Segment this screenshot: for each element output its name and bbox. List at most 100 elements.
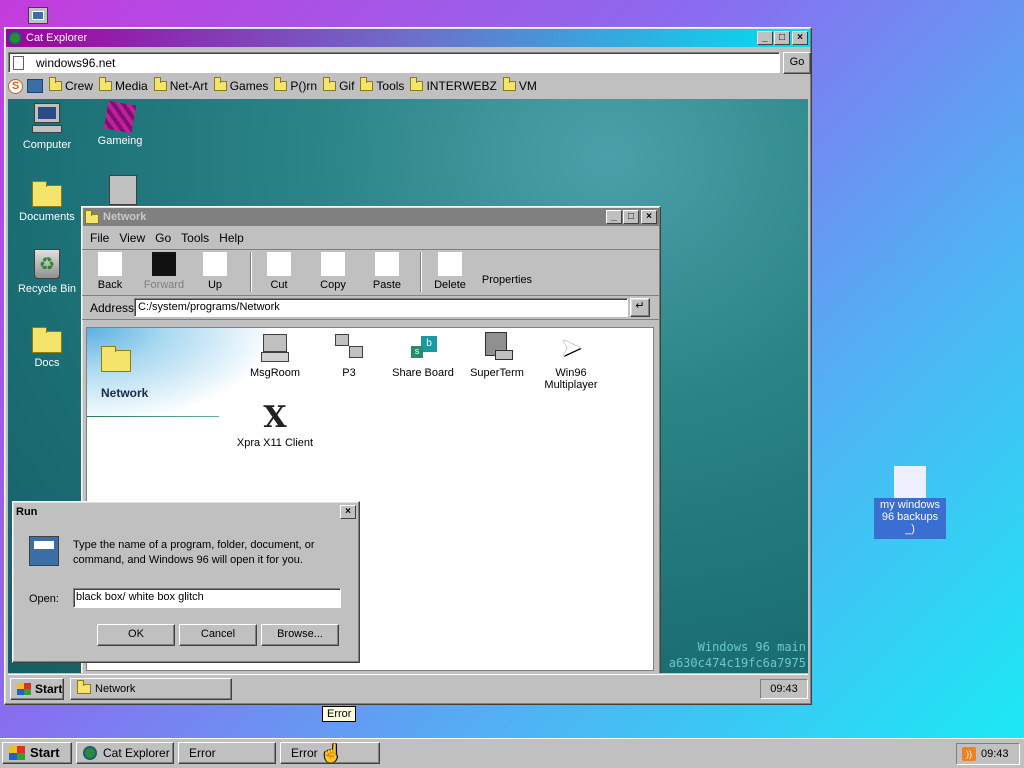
bookmark-tools[interactable]: Tools — [360, 77, 404, 93]
window-icon[interactable] — [27, 79, 43, 93]
forward-button[interactable]: Forward — [142, 252, 186, 291]
bookmark-interwebz[interactable]: INTERWEBZ — [410, 77, 497, 93]
desktop-icon-documents[interactable]: Documents — [9, 179, 85, 223]
item-xpra-x11-client[interactable]: X Xpra X11 Client — [235, 400, 315, 450]
desktop-file-backups[interactable]: my windows 96 backups _) — [874, 466, 946, 539]
maximize-button[interactable]: □ — [774, 31, 790, 45]
start-button[interactable]: Start — [2, 742, 72, 764]
bookmark-porn[interactable]: P()rn — [274, 77, 317, 93]
p3-icon — [333, 332, 365, 364]
bookmark-media[interactable]: Media — [99, 77, 148, 93]
open-label: Open: — [29, 593, 59, 605]
url-text: windows96.net — [36, 55, 116, 70]
search-s-icon[interactable]: S — [8, 78, 23, 94]
ok-button[interactable]: OK — [97, 624, 175, 646]
inner-clock: 09:43 — [760, 679, 808, 699]
run-titlebar[interactable]: Run × — [14, 503, 358, 521]
x11-icon: X — [263, 400, 287, 435]
url-bar[interactable]: windows96.net — [8, 52, 780, 73]
cut-button[interactable]: Cut — [264, 252, 294, 291]
network-titlebar[interactable]: Network _ □ × — [83, 208, 659, 226]
rss-icon[interactable]: )) — [962, 747, 976, 761]
mouse-pointer-icon: ☝ — [320, 743, 343, 763]
embedded-desktop: Computer Gameing Documents ♻ Recycle Bin… — [8, 99, 808, 673]
run-icon — [29, 536, 59, 566]
delete-button[interactable]: Delete — [432, 252, 468, 291]
file-icon — [894, 466, 926, 498]
task-cat-explorer[interactable]: Cat Explorer — [76, 742, 174, 764]
minimize-button[interactable]: _ — [606, 210, 622, 224]
desktop-icon-recycle-bin[interactable]: ♻ Recycle Bin — [9, 249, 85, 295]
msgroom-icon — [259, 332, 291, 364]
item-superterm[interactable]: SuperTerm — [457, 332, 537, 379]
paste-button[interactable]: Paste — [370, 252, 404, 291]
toolbar-divider — [420, 252, 422, 292]
cat-explorer-window: Cat Explorer _ □ × windows96.net Go S Cr… — [4, 27, 812, 705]
bookmark-games[interactable]: Games — [213, 77, 268, 93]
recycle-bin-icon: ♻ — [34, 249, 60, 279]
inner-task-network[interactable]: Network — [70, 678, 232, 700]
open-input[interactable]: black box/ white box glitch — [73, 588, 341, 608]
folder-icon — [323, 77, 337, 91]
address-input[interactable]: C:/system/programs/Network — [134, 298, 628, 317]
back-icon — [98, 252, 122, 276]
folder-icon — [85, 209, 99, 224]
windows-logo-icon — [17, 683, 31, 695]
menu-file[interactable]: File — [90, 231, 109, 245]
properties-button[interactable]: Properties — [480, 274, 534, 286]
program-icon[interactable] — [109, 175, 137, 205]
share-board-icon: bs — [407, 332, 439, 364]
menu-view[interactable]: View — [119, 231, 145, 245]
address-row: Address C:/system/programs/Network ↵ — [82, 296, 660, 320]
close-button[interactable]: × — [641, 210, 657, 224]
cut-icon — [267, 252, 291, 276]
item-share-board[interactable]: bs Share Board — [383, 332, 463, 379]
copy-icon — [321, 252, 345, 276]
browse-button[interactable]: Browse... — [261, 624, 339, 646]
close-button[interactable]: × — [340, 505, 356, 519]
folder-icon — [502, 77, 516, 91]
item-win96-multiplayer[interactable]: ➤ Win96 Multiplayer — [531, 332, 611, 391]
menu-go[interactable]: Go — [155, 231, 171, 245]
system-tray: )) 09:43 — [956, 743, 1020, 765]
menu-tools[interactable]: Tools — [181, 231, 209, 245]
address-go-button[interactable]: ↵ — [630, 298, 650, 317]
folder-icon — [99, 77, 113, 91]
run-dialog: Run × Type the name of a program, folder… — [12, 501, 360, 663]
copy-button[interactable]: Copy — [316, 252, 350, 291]
desktop-icon-docs[interactable]: Docs — [9, 325, 85, 369]
watermark: Windows 96 main a630c474c19fc6a7975 — [668, 640, 806, 670]
toolbar: Back Forward Up Cut Copy Paste Delete Pr… — [82, 250, 660, 296]
bookmark-gif[interactable]: Gif — [323, 77, 354, 93]
bookmark-net-art[interactable]: Net-Art — [153, 77, 208, 93]
menu-help[interactable]: Help — [219, 231, 244, 245]
inner-start-button[interactable]: Start — [10, 678, 64, 700]
desktop-window-icon[interactable] — [28, 7, 48, 24]
taskbar: Start Cat Explorer Error Error )) 09:43 — [0, 738, 1024, 768]
bookmark-crew[interactable]: Crew — [49, 77, 93, 93]
go-button[interactable]: Go — [783, 52, 811, 74]
back-button[interactable]: Back — [92, 252, 128, 291]
folder-icon — [49, 77, 62, 91]
superterm-icon — [481, 332, 513, 364]
run-message: Type the name of a program, folder, docu… — [73, 539, 315, 566]
side-divider — [87, 416, 219, 417]
item-msgroom[interactable]: MsgRoom — [235, 332, 315, 379]
url-row: windows96.net Go — [8, 51, 811, 75]
desktop-icon-gameing[interactable]: Gameing — [82, 100, 158, 147]
cancel-button[interactable]: Cancel — [179, 624, 257, 646]
computer-icon — [30, 103, 64, 135]
minimize-button[interactable]: _ — [757, 31, 773, 45]
close-button[interactable]: × — [792, 31, 808, 45]
inner-taskbar: Start Network 09:43 — [8, 674, 808, 702]
desktop-icon-computer[interactable]: Computer — [9, 103, 85, 151]
tooltip: Error — [322, 706, 357, 722]
item-p3[interactable]: P3 — [309, 332, 389, 379]
up-button[interactable]: Up — [200, 252, 230, 291]
bookmark-vm[interactable]: VM — [502, 77, 537, 93]
cat-explorer-titlebar[interactable]: Cat Explorer _ □ × — [6, 29, 810, 47]
up-icon — [203, 252, 227, 276]
task-error-1[interactable]: Error — [178, 742, 276, 764]
folder-icon — [274, 77, 288, 91]
maximize-button[interactable]: □ — [623, 210, 639, 224]
